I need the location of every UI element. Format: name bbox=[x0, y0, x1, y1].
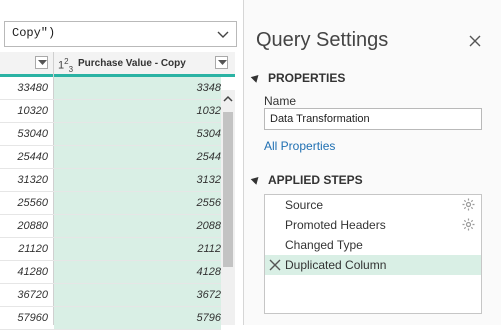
table-cell-copy[interactable]: 2088 bbox=[54, 215, 221, 237]
table-row[interactable]: 25560 2556 bbox=[0, 192, 221, 215]
table-cell[interactable]: 36720 bbox=[0, 284, 51, 306]
table-cell[interactable]: 57960 bbox=[0, 307, 51, 329]
column-title[interactable]: Purchase Value - Copy bbox=[78, 58, 186, 69]
table-row[interactable]: 33480 3348 bbox=[0, 77, 221, 100]
table-row[interactable]: 36720 3672 bbox=[0, 284, 221, 307]
step-source[interactable]: Source bbox=[265, 195, 481, 215]
all-properties-link[interactable]: All Properties bbox=[264, 139, 335, 153]
table-cell-copy[interactable]: 3132 bbox=[54, 169, 221, 191]
applied-steps-list: Source Promoted Headers Changed Type Dup… bbox=[264, 194, 482, 314]
step-promoted-headers[interactable]: Promoted Headers bbox=[265, 215, 481, 235]
table-cell[interactable]: 31320 bbox=[0, 169, 51, 191]
table-row[interactable]: 57960 5796 bbox=[0, 307, 221, 330]
table-row[interactable]: 10320 1032 bbox=[0, 100, 221, 123]
table-row[interactable]: 20880 2088 bbox=[0, 215, 221, 238]
table-cell-copy[interactable]: 3348 bbox=[54, 77, 221, 99]
gear-icon[interactable] bbox=[462, 218, 475, 231]
table-cell[interactable]: 33480 bbox=[0, 77, 51, 99]
table-cell[interactable]: 25440 bbox=[0, 146, 51, 168]
step-label: Source bbox=[285, 198, 324, 212]
vertical-scrollbar[interactable] bbox=[221, 90, 235, 325]
step-changed-type[interactable]: Changed Type bbox=[265, 235, 481, 255]
close-icon[interactable] bbox=[468, 34, 482, 48]
query-settings-pane: Query Settings PROPERTIES Name Data Tran… bbox=[244, 0, 501, 325]
table-cell-copy[interactable]: 5796 bbox=[54, 307, 221, 329]
applied-steps-heading: APPLIED STEPS bbox=[268, 173, 363, 187]
number-type-icon[interactable]: 123 bbox=[58, 57, 73, 74]
dropdown-arrow-icon bbox=[218, 60, 227, 65]
step-label: Changed Type bbox=[285, 238, 363, 252]
column-header-row: 123 Purchase Value - Copy bbox=[0, 52, 235, 77]
table-cell[interactable]: 20880 bbox=[0, 215, 51, 237]
properties-heading: PROPERTIES bbox=[268, 71, 346, 85]
formula-bar[interactable]: Copy") bbox=[4, 21, 237, 47]
purchase-value-copy-filter-button[interactable] bbox=[215, 56, 228, 69]
table-cell-copy[interactable]: 2544 bbox=[54, 146, 221, 168]
table-cell-copy[interactable]: 4128 bbox=[54, 261, 221, 283]
collapse-triangle-icon bbox=[250, 174, 262, 185]
dropdown-arrow-icon bbox=[38, 60, 47, 65]
data-grid-panel: Copy") 123 Purchase Value - Copy 33480 3… bbox=[0, 0, 244, 330]
table-row[interactable]: 41280 4128 bbox=[0, 261, 221, 284]
gear-icon[interactable] bbox=[462, 198, 475, 211]
step-label: Promoted Headers bbox=[285, 218, 386, 232]
table-body: 33480 3348 10320 1032 53040 5304 25440 2… bbox=[0, 77, 221, 330]
query-name-input[interactable]: Data Transformation bbox=[264, 108, 482, 130]
column-filter-button[interactable] bbox=[35, 56, 48, 69]
properties-section-header[interactable]: PROPERTIES bbox=[250, 71, 346, 85]
table-cell[interactable]: 21120 bbox=[0, 238, 51, 260]
table-row[interactable]: 21120 2112 bbox=[0, 238, 221, 261]
scroll-up-icon[interactable] bbox=[223, 94, 233, 104]
table-cell-copy[interactable]: 2556 bbox=[54, 192, 221, 214]
table-cell[interactable]: 25560 bbox=[0, 192, 51, 214]
name-label: Name bbox=[264, 94, 297, 108]
table-cell[interactable]: 10320 bbox=[0, 100, 51, 122]
pane-title: Query Settings bbox=[256, 29, 389, 51]
step-label: Duplicated Column bbox=[285, 258, 387, 272]
table-row[interactable]: 53040 5304 bbox=[0, 123, 221, 146]
applied-steps-section-header[interactable]: APPLIED STEPS bbox=[250, 173, 363, 187]
table-cell-copy[interactable]: 5304 bbox=[54, 123, 221, 145]
table-row[interactable]: 25440 2544 bbox=[0, 146, 221, 169]
chevron-down-icon[interactable] bbox=[216, 27, 230, 41]
delete-step-icon[interactable] bbox=[269, 259, 281, 271]
table-cell-copy[interactable]: 2112 bbox=[54, 238, 221, 260]
scrollbar-thumb[interactable] bbox=[223, 112, 233, 267]
step-duplicated-column[interactable]: Duplicated Column bbox=[265, 255, 481, 275]
formula-text[interactable]: Copy") bbox=[12, 26, 55, 40]
table-cell-copy[interactable]: 1032 bbox=[54, 100, 221, 122]
collapse-triangle-icon bbox=[250, 72, 262, 83]
table-cell[interactable]: 41280 bbox=[0, 261, 51, 283]
table-cell[interactable]: 53040 bbox=[0, 123, 51, 145]
table-row[interactable]: 31320 3132 bbox=[0, 169, 221, 192]
table-cell-copy[interactable]: 3672 bbox=[54, 284, 221, 306]
